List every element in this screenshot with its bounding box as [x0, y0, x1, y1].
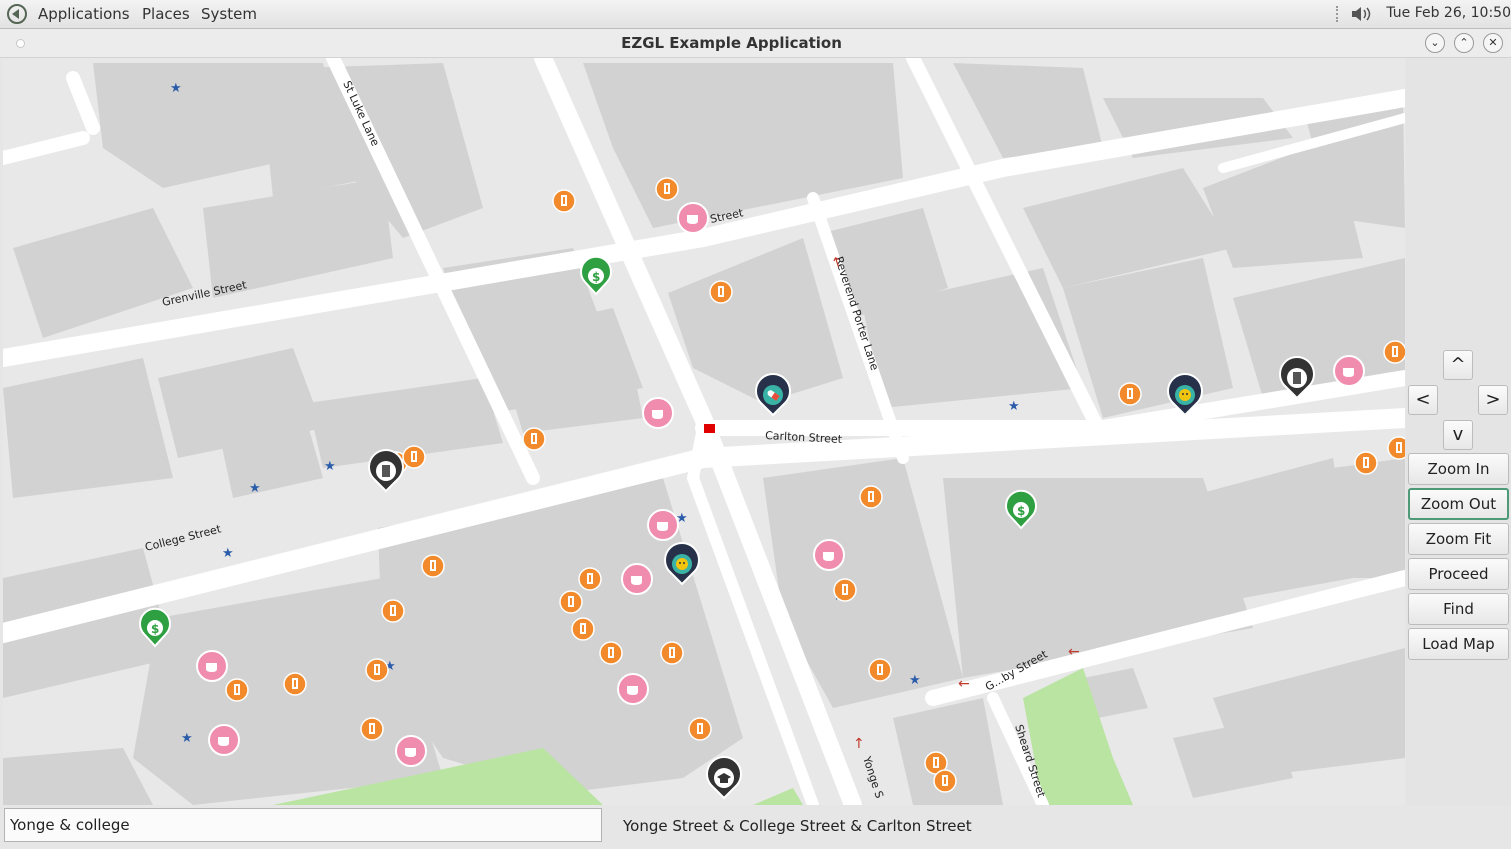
pan-right-button[interactable]: >	[1478, 385, 1508, 415]
star-icon: ★	[222, 546, 234, 561]
pan-left-button[interactable]: <	[1408, 385, 1438, 415]
menu-system[interactable]: System	[201, 5, 257, 23]
svg-text:$: $	[151, 622, 159, 636]
proceed-button[interactable]: Proceed	[1408, 558, 1509, 590]
svg-text:$: $	[1017, 504, 1025, 518]
star-icon: ★	[249, 481, 261, 496]
window-title: EZGL Example Application	[621, 34, 842, 52]
zoom-out-button[interactable]: Zoom Out	[1408, 488, 1509, 520]
restaurant-pin-icon	[365, 658, 389, 682]
restaurant-pin-icon	[868, 658, 892, 682]
search-input[interactable]	[4, 808, 602, 842]
menu-places[interactable]: Places	[142, 5, 190, 23]
restaurant-pin-icon	[225, 678, 249, 702]
restaurant-pin-icon	[283, 672, 307, 696]
restaurant-pin-icon	[709, 280, 733, 304]
desktop-panel: Applications Places System Tue Feb 26, 1…	[0, 0, 1511, 29]
restaurant-pin-icon	[402, 445, 426, 469]
restaurant-pin-icon	[1118, 382, 1142, 406]
restaurant-pin-icon	[1387, 436, 1405, 460]
one-way-arrow-icon: ←	[958, 676, 970, 692]
find-button[interactable]: Find	[1408, 593, 1509, 625]
cafe-pin-icon	[647, 509, 679, 541]
chevron-right-icon: >	[1485, 389, 1501, 410]
restaurant-pin-icon	[421, 554, 445, 578]
zoom-fit-button[interactable]: Zoom Fit	[1408, 523, 1509, 555]
close-button[interactable]: ✕	[1483, 33, 1503, 53]
clock[interactable]: Tue Feb 26, 10:50	[1386, 5, 1511, 21]
cafe-pin-icon	[621, 563, 653, 595]
intersection-marker	[704, 424, 715, 433]
restaurant-pin-icon	[578, 567, 602, 591]
cafe-pin-icon	[196, 650, 228, 682]
restaurant-pin-icon	[381, 599, 405, 623]
star-icon: ★	[181, 731, 193, 746]
svg-text:$: $	[592, 270, 600, 284]
chevron-down-icon: v	[1452, 424, 1464, 445]
cafe-pin-icon	[208, 724, 240, 756]
window-titlebar[interactable]: EZGL Example Application ⌄ ⌃ ✕	[0, 29, 1511, 58]
map-drawing: St Luke Lane Grenville Street College St…	[3, 58, 1405, 805]
cafe-pin-icon	[813, 539, 845, 571]
load-map-button[interactable]: Load Map	[1408, 628, 1509, 660]
chevron-left-icon: <	[1415, 389, 1431, 410]
maximize-button[interactable]: ⌃	[1454, 33, 1474, 53]
cafe-pin-icon	[677, 202, 709, 234]
one-way-arrow-icon: ←	[1068, 644, 1080, 660]
one-way-arrow-icon: ↑	[853, 736, 865, 752]
restaurant-pin-icon	[833, 578, 857, 602]
restaurant-pin-icon	[655, 177, 679, 201]
restaurant-pin-icon	[522, 427, 546, 451]
system-logo-icon[interactable]	[6, 4, 28, 24]
restaurant-pin-icon	[559, 590, 583, 614]
panel-drag-handle[interactable]	[1336, 6, 1342, 22]
cafe-pin-icon	[1333, 355, 1365, 387]
cafe-pin-icon	[642, 397, 674, 429]
restaurant-pin-icon	[1354, 451, 1378, 475]
restaurant-pin-icon	[688, 717, 712, 741]
restaurant-pin-icon	[660, 641, 684, 665]
minimize-button[interactable]: ⌄	[1425, 33, 1445, 53]
menu-applications[interactable]: Applications	[38, 5, 130, 23]
chevron-up-icon: ^	[1450, 354, 1466, 375]
map-canvas[interactable]: St Luke Lane Grenville Street College St…	[3, 58, 1405, 805]
restaurant-pin-icon	[360, 717, 384, 741]
cafe-pin-icon	[617, 673, 649, 705]
zoom-in-button[interactable]: Zoom In	[1408, 453, 1509, 485]
star-icon: ★	[170, 81, 182, 96]
star-icon: ★	[324, 459, 336, 474]
restaurant-pin-icon	[859, 485, 883, 509]
status-text: Yonge Street & College Street & Carlton …	[623, 817, 972, 835]
restaurant-pin-icon	[571, 617, 595, 641]
restaurant-pin-icon	[1383, 340, 1405, 364]
restaurant-pin-icon	[552, 189, 576, 213]
pan-down-button[interactable]: v	[1443, 420, 1473, 450]
volume-icon[interactable]	[1350, 5, 1376, 23]
restaurant-pin-icon	[599, 641, 623, 665]
star-icon: ★	[909, 673, 921, 688]
star-icon: ★	[1008, 399, 1020, 414]
pan-up-button[interactable]: ^	[1443, 350, 1473, 380]
restaurant-pin-icon	[933, 769, 957, 793]
cafe-pin-icon	[395, 735, 427, 767]
